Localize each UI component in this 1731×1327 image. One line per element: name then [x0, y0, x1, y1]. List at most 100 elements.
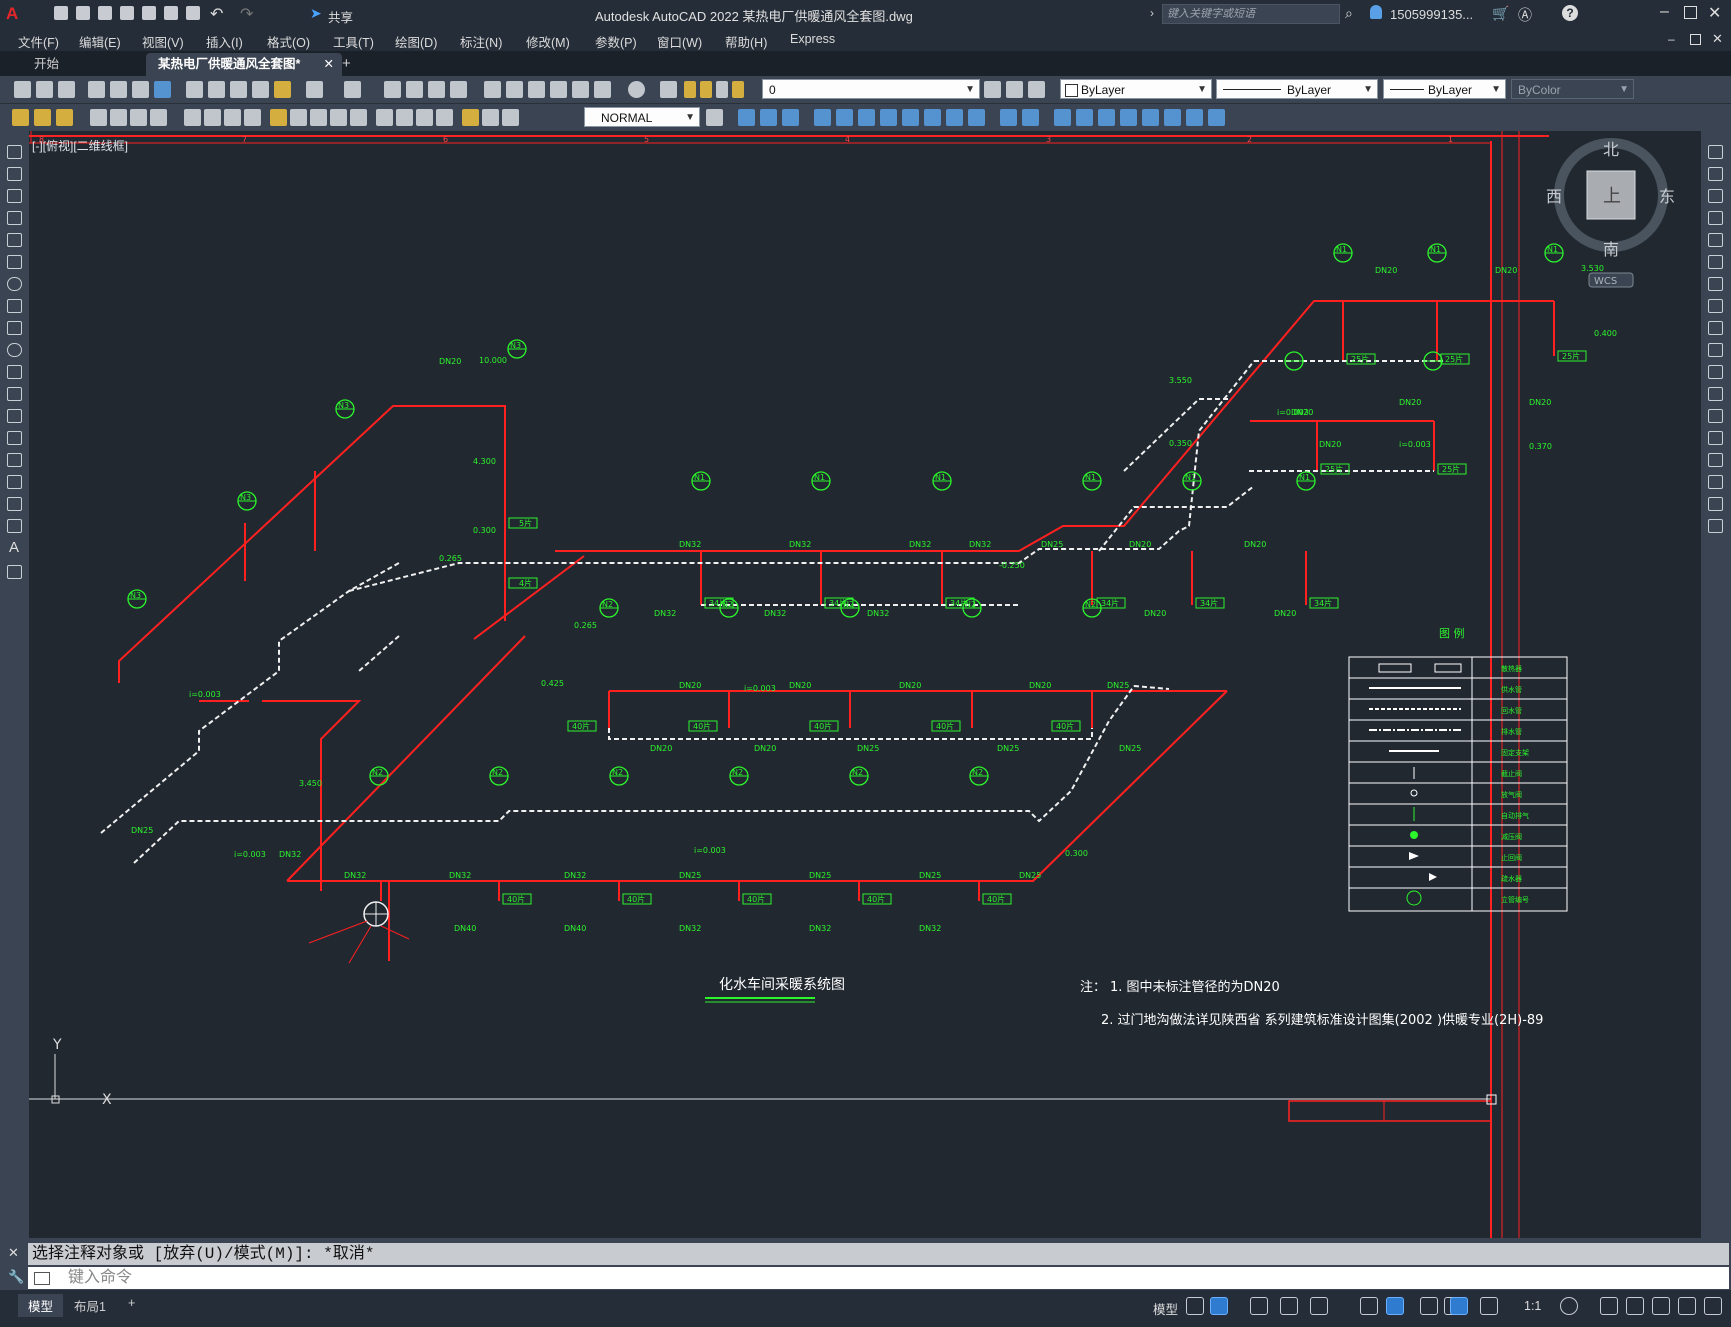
share-icon[interactable]: ➤ — [310, 5, 322, 22]
menu-window[interactable]: 窗口(W) — [657, 32, 702, 51]
ortho-icon[interactable] — [1250, 1297, 1268, 1315]
spline-icon[interactable] — [7, 321, 22, 335]
menu-format[interactable]: 格式(O) — [267, 32, 310, 51]
hatch-icon[interactable] — [12, 109, 29, 126]
menu-view[interactable]: 视图(V) — [142, 32, 184, 51]
layer-previous-icon[interactable] — [1006, 81, 1023, 98]
center-mark-icon[interactable] — [396, 109, 413, 126]
minimize-icon[interactable]: – — [1660, 3, 1669, 21]
insert-block-icon[interactable] — [7, 387, 22, 401]
array-tool-icon[interactable] — [1708, 233, 1723, 247]
move-tool-icon[interactable] — [1708, 255, 1723, 269]
dim-edit-icon[interactable] — [462, 109, 479, 126]
new-icon[interactable] — [54, 6, 68, 20]
dim-angular-icon[interactable] — [244, 109, 261, 126]
command-close-icon[interactable]: ✕ — [8, 1245, 19, 1261]
scale-icon[interactable] — [880, 109, 897, 126]
customize-menu-icon[interactable] — [1704, 1297, 1722, 1315]
line-icon[interactable] — [7, 145, 22, 159]
quick-properties-icon[interactable] — [1652, 1297, 1670, 1315]
layer-vp-freeze-icon[interactable] — [716, 81, 728, 98]
extend-icon[interactable] — [946, 109, 963, 126]
open-icon[interactable] — [76, 6, 90, 20]
zoom-realtime-icon[interactable] — [406, 81, 423, 98]
purge-icon[interactable] — [1208, 109, 1225, 126]
insert-icon[interactable] — [56, 109, 73, 126]
dim-diameter-icon[interactable] — [224, 109, 241, 126]
menu-express[interactable]: Express — [790, 32, 835, 46]
chamfer-tool-icon[interactable] — [1708, 453, 1723, 467]
zoom-window-icon[interactable] — [428, 81, 445, 98]
drawing-canvas[interactable]: 8 7 6 5 4 3 2 1 10.000 4.300 0.300 0.265… — [29, 131, 1701, 1238]
viewport-controls-label[interactable]: [-][俯视][二维线框] — [32, 137, 128, 154]
clean-screen-icon[interactable] — [1678, 1297, 1696, 1315]
dim-space-icon[interactable] — [330, 109, 347, 126]
dim-baseline-icon[interactable] — [290, 109, 307, 126]
menu-edit[interactable]: 编辑(E) — [79, 32, 121, 51]
mtext-icon[interactable]: A — [9, 539, 19, 556]
layer-on-icon[interactable] — [684, 81, 696, 98]
table-icon[interactable] — [7, 519, 22, 533]
search-chevron-icon[interactable]: › — [1150, 6, 1154, 20]
3d-print-icon[interactable] — [154, 81, 171, 98]
break-point-icon[interactable] — [1708, 387, 1723, 401]
break-tool-icon[interactable] — [1708, 409, 1723, 423]
osnap-tracking-icon[interactable] — [1360, 1297, 1378, 1315]
ellipse-icon[interactable] — [7, 343, 22, 357]
maximize-icon[interactable] — [1684, 6, 1697, 19]
circle-icon[interactable] — [7, 277, 22, 291]
osnap-icon[interactable] — [1386, 1297, 1404, 1315]
sheet-set-icon[interactable] — [550, 81, 567, 98]
undo-tool-icon[interactable] — [306, 81, 323, 98]
snap-icon[interactable] — [1210, 1297, 1228, 1315]
dim-aligned-icon[interactable] — [110, 109, 127, 126]
menu-insert[interactable]: 插入(I) — [206, 32, 243, 51]
layer-dropdown[interactable]: 0 ▼ — [762, 79, 980, 99]
qnew-icon[interactable] — [14, 81, 31, 98]
lineweight-dropdown[interactable]: ByLayer ▼ — [1383, 79, 1506, 99]
color-dropdown[interactable]: ByLayer ▼ — [1060, 79, 1212, 99]
dim-jogged-icon[interactable] — [204, 109, 221, 126]
layer-properties-icon[interactable] — [660, 81, 677, 98]
construction-line-icon[interactable] — [7, 167, 22, 181]
linetype-dropdown[interactable]: ByLayer ▼ — [1216, 79, 1378, 99]
inspection-icon[interactable] — [416, 109, 433, 126]
fillet-tool-icon[interactable] — [1708, 475, 1723, 489]
user-icon[interactable] — [1370, 5, 1382, 19]
print-icon[interactable] — [88, 81, 105, 98]
lineweight-icon[interactable] — [1420, 1297, 1438, 1315]
polar-icon[interactable] — [1280, 1297, 1298, 1315]
dim-update-icon[interactable] — [502, 109, 519, 126]
break-icon[interactable] — [968, 109, 985, 126]
explode-tool-icon[interactable] — [1708, 519, 1723, 533]
plotstyle-dropdown[interactable]: ByColor ▼ — [1511, 79, 1634, 99]
layer-freeze-icon[interactable] — [700, 81, 712, 98]
jogged-linear-icon[interactable] — [436, 109, 453, 126]
viewcube[interactable]: 上 北 南 西 东 WCS — [1546, 138, 1675, 288]
erase-icon[interactable] — [1186, 109, 1203, 126]
draworder-icon[interactable] — [1098, 109, 1115, 126]
user-name[interactable]: 1505999135... — [1390, 7, 1473, 22]
save-web-icon[interactable] — [164, 6, 178, 20]
region-icon[interactable] — [7, 497, 22, 511]
help-icon[interactable]: ? — [1562, 5, 1578, 21]
rotate-tool-icon[interactable] — [1708, 277, 1723, 291]
dim-arc-icon[interactable] — [130, 109, 147, 126]
properties-icon[interactable] — [484, 81, 501, 98]
match-prop-icon[interactable] — [252, 81, 269, 98]
save-icon[interactable] — [98, 6, 112, 20]
layer-lock-icon[interactable] — [732, 81, 744, 98]
tab-layout1[interactable]: 布局1 — [64, 1294, 116, 1317]
dim-radius-icon[interactable] — [184, 109, 201, 126]
design-center-icon[interactable] — [506, 81, 523, 98]
menu-help[interactable]: 帮助(H) — [725, 32, 767, 51]
add-layout-button[interactable]: + — [118, 1294, 145, 1312]
pan-icon[interactable] — [384, 81, 401, 98]
paste-icon[interactable] — [230, 81, 247, 98]
redo-icon[interactable]: ↷ — [240, 4, 253, 24]
erase-tool-icon[interactable] — [1708, 145, 1723, 159]
close-icon[interactable]: ✕ — [1708, 3, 1721, 23]
polygon-icon[interactable] — [7, 211, 22, 225]
join-tool-icon[interactable] — [1708, 431, 1723, 445]
annotation-monitor-icon[interactable] — [1600, 1297, 1618, 1315]
